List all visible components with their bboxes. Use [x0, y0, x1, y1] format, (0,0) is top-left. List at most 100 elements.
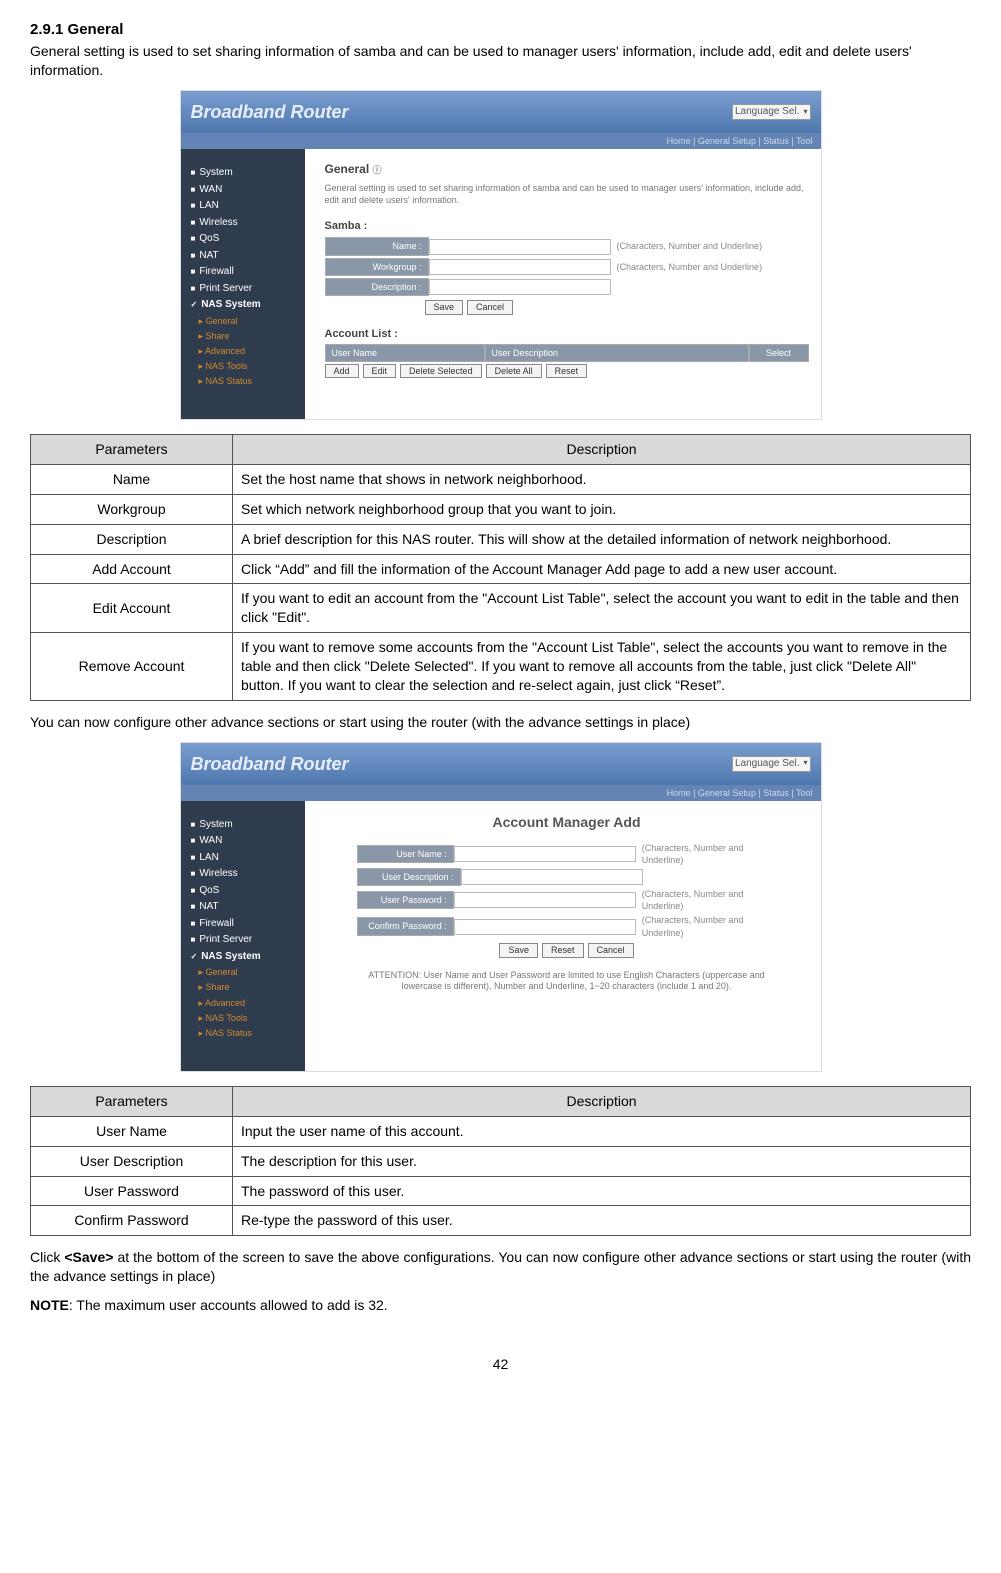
account-list-label: Account List : — [325, 327, 809, 342]
table-header-description: Description — [233, 1086, 971, 1116]
chevron-down-icon: ▾ — [803, 107, 807, 118]
sidebar-subitem[interactable]: ▸ Share — [199, 981, 301, 993]
delete-selected-button[interactable]: Delete Selected — [400, 364, 482, 379]
username-input[interactable] — [454, 846, 636, 862]
field-label: Workgroup : — [325, 258, 429, 276]
table-header-parameters: Parameters — [31, 1086, 233, 1116]
parameters-table-1: Parameters Description NameSet the host … — [30, 434, 971, 701]
reset-button[interactable]: Reset — [542, 943, 584, 958]
sidebar-item[interactable]: ■Firewall — [191, 265, 301, 279]
table-row: WorkgroupSet which network neighborhood … — [31, 494, 971, 524]
table-row: User NameInput the user name of this acc… — [31, 1116, 971, 1146]
sidebar-item[interactable]: ■NAT — [191, 249, 301, 263]
field-hint: (Characters, Number and Underline) — [617, 261, 763, 273]
sidebar-item[interactable]: ■System — [191, 818, 301, 832]
sidebar: ■System ■WAN ■LAN ■Wireless ■QoS ■NAT ■F… — [181, 801, 305, 1071]
sidebar-subitem[interactable]: ▸ General — [199, 315, 301, 327]
field-label: User Name : — [357, 845, 454, 863]
language-select-label: Language Sel. — [735, 757, 800, 771]
panel-heading: General ⓘ — [325, 161, 809, 177]
sidebar-item[interactable]: ■System — [191, 166, 301, 180]
sidebar-subitem[interactable]: ▸ NAS Status — [199, 1027, 301, 1039]
col-userdesc: User Description — [485, 344, 749, 362]
table-row: Add AccountClick “Add” and fill the info… — [31, 554, 971, 584]
table-row: Edit AccountIf you want to edit an accou… — [31, 584, 971, 633]
sidebar-subitem[interactable]: ▸ Advanced — [199, 345, 301, 357]
sidebar-item-active[interactable]: ✓NAS System — [191, 298, 301, 312]
save-button[interactable]: Save — [425, 300, 464, 315]
sidebar-item[interactable]: ■QoS — [191, 232, 301, 246]
closing-note: NOTE: The maximum user accounts allowed … — [30, 1296, 971, 1315]
account-table-header: User Name User Description Select — [325, 344, 809, 362]
screenshot-account-add: Broadband Router Language Sel. ▾ Home | … — [180, 742, 822, 1072]
delete-all-button[interactable]: Delete All — [486, 364, 542, 379]
field-hint: (Characters, Number and Underline) — [642, 842, 777, 866]
sidebar-subitem[interactable]: ▸ Advanced — [199, 997, 301, 1009]
sidebar-item[interactable]: ■Wireless — [191, 867, 301, 881]
field-hint: (Characters, Number and Underline) — [642, 888, 777, 912]
table-header-parameters: Parameters — [31, 435, 233, 465]
save-button[interactable]: Save — [499, 943, 538, 958]
description-input[interactable] — [429, 279, 611, 295]
language-select[interactable]: Language Sel. ▾ — [732, 104, 811, 120]
name-input[interactable] — [429, 239, 611, 255]
field-label: Name : — [325, 237, 429, 255]
sidebar-item-active[interactable]: ✓NAS System — [191, 950, 301, 964]
sidebar-subitem[interactable]: ▸ NAS Tools — [199, 1012, 301, 1024]
panel-desc: General setting is used to set sharing i… — [325, 183, 809, 206]
top-tabs[interactable]: Home | General Setup | Status | Tool — [181, 785, 821, 801]
table-row: NameSet the host name that shows in netw… — [31, 464, 971, 494]
userpassword-input[interactable] — [454, 892, 636, 908]
parameters-table-2: Parameters Description User NameInput th… — [30, 1086, 971, 1236]
sidebar-subitem[interactable]: ▸ General — [199, 966, 301, 978]
chevron-down-icon: ▾ — [803, 758, 807, 769]
edit-button[interactable]: Edit — [363, 364, 397, 379]
col-select: Select — [749, 344, 809, 362]
closing-save-para: Click <Save> at the bottom of the screen… — [30, 1248, 971, 1286]
cancel-button[interactable]: Cancel — [467, 300, 513, 315]
sidebar-item[interactable]: ■NAT — [191, 900, 301, 914]
section-intro: General setting is used to set sharing i… — [30, 42, 971, 80]
reset-button[interactable]: Reset — [546, 364, 588, 379]
sidebar-item[interactable]: ■WAN — [191, 183, 301, 197]
sidebar-subitem[interactable]: ▸ Share — [199, 330, 301, 342]
table-row: DescriptionA brief description for this … — [31, 524, 971, 554]
sidebar-subitem[interactable]: ▸ NAS Status — [199, 375, 301, 387]
add-button[interactable]: Add — [325, 364, 359, 379]
cancel-button[interactable]: Cancel — [588, 943, 634, 958]
sidebar-item[interactable]: ■WAN — [191, 834, 301, 848]
userdesc-input[interactable] — [461, 869, 643, 885]
panel-subtitle: Account Manager Add — [325, 813, 809, 832]
router-title: Broadband Router — [191, 752, 349, 776]
samba-label: Samba : — [325, 219, 809, 234]
sidebar-item[interactable]: ■QoS — [191, 884, 301, 898]
table-row: Confirm PasswordRe-type the password of … — [31, 1206, 971, 1236]
sidebar-subitem[interactable]: ▸ NAS Tools — [199, 360, 301, 372]
page-number: 42 — [30, 1355, 971, 1374]
note-bold: NOTE — [30, 1297, 69, 1313]
sidebar-item[interactable]: ■Print Server — [191, 933, 301, 947]
sidebar-item[interactable]: ■LAN — [191, 199, 301, 213]
language-select-label: Language Sel. — [735, 105, 800, 119]
table-header-description: Description — [233, 435, 971, 465]
sidebar-item[interactable]: ■Print Server — [191, 282, 301, 296]
sidebar-item[interactable]: ■Firewall — [191, 917, 301, 931]
main-panel: General ⓘ General setting is used to set… — [305, 149, 821, 419]
field-hint: (Characters, Number and Underline) — [642, 914, 777, 938]
table-row: User PasswordThe password of this user. — [31, 1176, 971, 1206]
table-row: User DescriptionThe description for this… — [31, 1146, 971, 1176]
save-tag: <Save> — [64, 1249, 113, 1265]
field-label: Description : — [325, 278, 429, 296]
sidebar-item[interactable]: ■LAN — [191, 851, 301, 865]
sidebar: ■System ■WAN ■LAN ■Wireless ■QoS ■NAT ■F… — [181, 149, 305, 419]
attention-text: ATTENTION: User Name and User Password a… — [357, 970, 777, 993]
top-tabs[interactable]: Home | General Setup | Status | Tool — [181, 133, 821, 149]
col-username: User Name — [325, 344, 485, 362]
screenshot-general: Broadband Router Language Sel. ▾ Home | … — [180, 90, 822, 420]
language-select[interactable]: Language Sel. ▾ — [732, 756, 811, 772]
table-row: Remove AccountIf you want to remove some… — [31, 633, 971, 701]
sidebar-item[interactable]: ■Wireless — [191, 216, 301, 230]
confirmpassword-input[interactable] — [454, 919, 636, 935]
router-title: Broadband Router — [191, 100, 349, 124]
workgroup-input[interactable] — [429, 259, 611, 275]
